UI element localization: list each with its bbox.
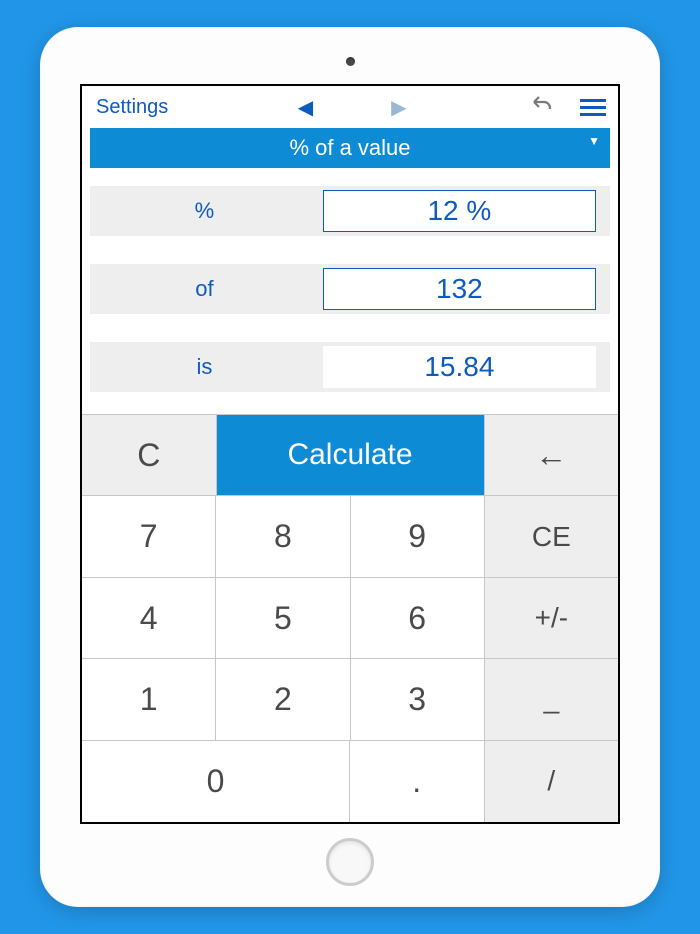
label-percent: % [90, 198, 319, 224]
clear-button[interactable]: C [82, 415, 217, 496]
digit-7[interactable]: 7 [82, 496, 216, 577]
calculate-button[interactable]: Calculate [217, 415, 485, 496]
digit-1[interactable]: 1 [82, 659, 216, 740]
decimal-button[interactable]: . [350, 741, 485, 822]
label-is: is [90, 354, 319, 380]
plus-minus-button[interactable]: +/- [485, 578, 618, 659]
digit-0[interactable]: 0 [82, 741, 350, 822]
chevron-down-icon: ▼ [588, 134, 600, 148]
keypad: C Calculate ← 7 8 9 CE 4 5 6 +/- 1 2 3 _ [82, 414, 618, 822]
undo-icon[interactable] [530, 92, 554, 122]
mode-selector[interactable]: % of a value ▼ [90, 128, 610, 168]
backspace-button[interactable]: ← [485, 415, 619, 496]
home-button[interactable] [326, 838, 374, 886]
camera-dot [346, 57, 355, 66]
inputs-area: % 12 % of 132 is 15.84 [82, 168, 618, 414]
slash-button[interactable]: / [485, 741, 619, 822]
underscore-button[interactable]: _ [485, 659, 618, 740]
topbar: Settings ◀ ▶ [82, 86, 618, 128]
ce-button[interactable]: CE [485, 496, 618, 577]
digit-6[interactable]: 6 [351, 578, 485, 659]
row-is: is 15.84 [90, 342, 610, 392]
app-screen: Settings ◀ ▶ % of a value ▼ % 1 [80, 84, 620, 824]
digit-2[interactable]: 2 [216, 659, 350, 740]
menu-icon[interactable] [576, 95, 610, 120]
next-arrow-icon[interactable]: ▶ [387, 91, 410, 124]
digit-8[interactable]: 8 [216, 496, 350, 577]
topbar-right [530, 92, 610, 122]
digit-9[interactable]: 9 [351, 496, 485, 577]
nav-group: ◀ ▶ [174, 91, 530, 124]
row-percent: % 12 % [90, 186, 610, 236]
ipad-frame: Settings ◀ ▶ % of a value ▼ % 1 [40, 27, 660, 907]
digit-3[interactable]: 3 [351, 659, 485, 740]
digit-4[interactable]: 4 [82, 578, 216, 659]
input-of[interactable]: 132 [323, 268, 596, 310]
row-of: of 132 [90, 264, 610, 314]
digit-5[interactable]: 5 [216, 578, 350, 659]
mode-label: % of a value [289, 135, 410, 160]
output-is: 15.84 [323, 346, 596, 388]
input-percent[interactable]: 12 % [323, 190, 596, 232]
prev-arrow-icon[interactable]: ◀ [294, 91, 317, 124]
label-of: of [90, 276, 319, 302]
settings-button[interactable]: Settings [90, 92, 174, 123]
